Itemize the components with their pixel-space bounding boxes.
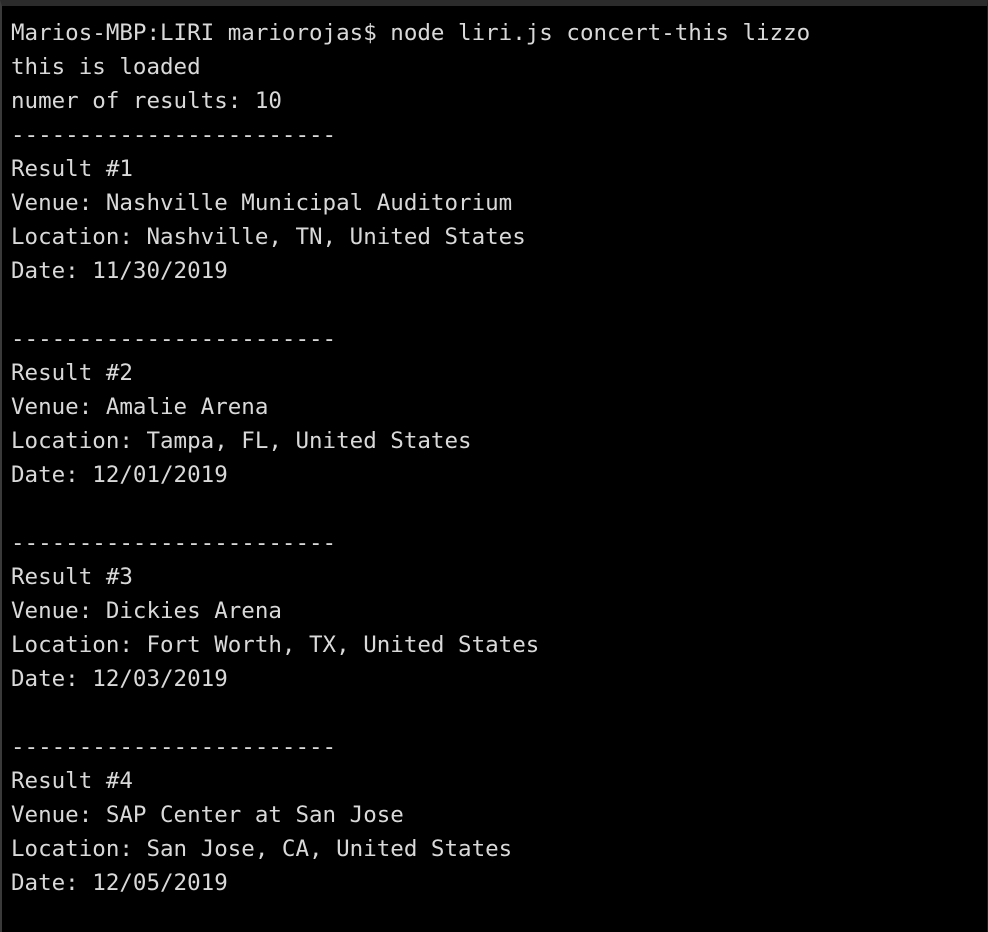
result-venue: Venue: Dickies Arena — [11, 598, 282, 624]
terminal-window[interactable]: Marios-MBP:LIRI mariorojas$ node liri.js… — [0, 0, 988, 932]
result-location: Location: Nashville, TN, United States — [11, 224, 526, 250]
result-heading: Result #3 — [11, 564, 133, 590]
command-line: Marios-MBP:LIRI mariorojas$ node liri.js… — [11, 16, 987, 50]
separator-line: ------------------------ — [11, 122, 337, 148]
terminal-output: Marios-MBP:LIRI mariorojas$ node liri.js… — [11, 16, 987, 900]
loaded-message: this is loaded — [11, 54, 201, 80]
result-venue: Venue: Amalie Arena — [11, 394, 269, 420]
results-count: numer of results: 10 — [11, 88, 282, 114]
shell-prompt: Marios-MBP:LIRI mariorojas$ — [11, 20, 377, 46]
result-venue: Venue: Nashville Municipal Auditorium — [11, 190, 513, 216]
result-date: Date: 12/01/2019 — [11, 462, 228, 488]
separator-line: ------------------------ — [11, 734, 337, 760]
result-location: Location: Tampa, FL, United States — [11, 428, 472, 454]
result-heading: Result #1 — [11, 156, 133, 182]
result-venue: Venue: SAP Center at San Jose — [11, 802, 404, 828]
result-location: Location: San Jose, CA, United States — [11, 836, 513, 862]
result-heading: Result #4 — [11, 768, 133, 794]
separator-line: ------------------------ — [11, 530, 337, 556]
result-location: Location: Fort Worth, TX, United States — [11, 632, 540, 658]
result-date: Date: 12/03/2019 — [11, 666, 228, 692]
result-date: Date: 12/05/2019 — [11, 870, 228, 896]
result-heading: Result #2 — [11, 360, 133, 386]
typed-command: node liri.js concert-this lizzo — [390, 20, 811, 46]
result-date: Date: 11/30/2019 — [11, 258, 228, 284]
separator-line: ------------------------ — [11, 326, 337, 352]
